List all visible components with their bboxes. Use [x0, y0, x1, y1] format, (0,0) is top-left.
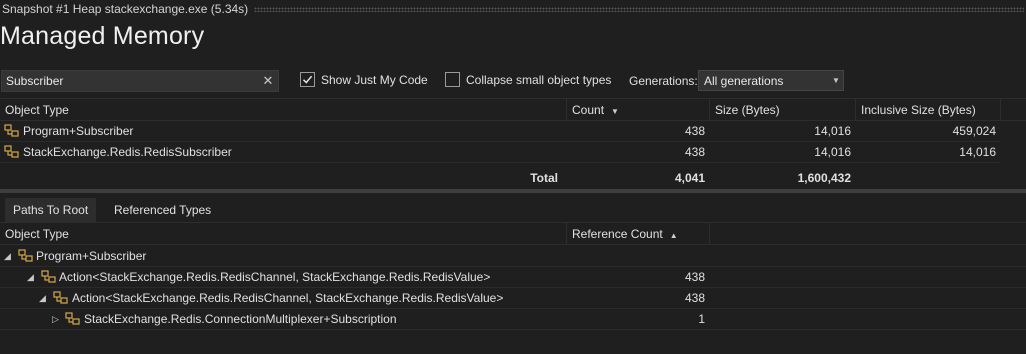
tree-row[interactable]: ▷ StackExchange.Redis.ConnectionMultiple… — [0, 309, 1026, 330]
page-title: Managed Memory — [0, 22, 205, 50]
tree-row-object-type: Action<StackExchange.Redis.RedisChannel,… — [72, 291, 504, 305]
show-just-my-code-checkbox[interactable]: Show Just My Code — [300, 72, 428, 87]
column-header-object-type[interactable]: Object Type — [0, 223, 567, 245]
class-type-icon — [4, 145, 19, 158]
clear-search-icon[interactable]: ✕ — [258, 73, 278, 89]
tree-row-reference-count: 438 — [684, 291, 705, 305]
document-title-bar: Snapshot #1 Heap stackexchange.exe (5.34… — [0, 0, 1026, 18]
column-header-inclusive-size-label: Inclusive Size (Bytes) — [861, 103, 976, 117]
search-input[interactable]: Subscriber ✕ — [1, 70, 279, 92]
show-just-my-code-label: Show Just My Code — [321, 72, 428, 87]
class-type-icon — [53, 291, 68, 304]
total-label: Total — [530, 171, 558, 185]
column-header-reference-count-label: Reference Count — [572, 227, 663, 241]
table-row[interactable]: StackExchange.Redis.RedisSubscriber 438 … — [0, 142, 1001, 163]
collapse-small-types-checkbox[interactable]: Collapse small object types — [445, 72, 611, 87]
tree-row-reference-count: 438 — [684, 270, 705, 284]
tree-expanded-icon[interactable]: ◢ — [27, 267, 34, 287]
row-inclusive-size: 14,016 — [959, 145, 996, 159]
class-type-icon — [4, 124, 19, 137]
sort-descending-icon: ▼ — [611, 107, 619, 116]
sort-ascending-icon: ▲ — [669, 231, 678, 240]
table-row[interactable]: Program+Subscriber 438 14,016 459,024 — [0, 121, 1001, 142]
document-title: Snapshot #1 Heap stackexchange.exe (5.34… — [2, 2, 249, 16]
tree-collapsed-icon[interactable]: ▷ — [52, 309, 59, 329]
tree-row[interactable]: ◢ Action<StackExchange.Redis.RedisChanne… — [0, 288, 1026, 309]
column-header-inclusive-size[interactable]: Inclusive Size (Bytes) — [856, 99, 1001, 121]
class-type-icon — [18, 249, 33, 262]
row-count: 438 — [684, 124, 705, 138]
checkbox-unchecked-icon[interactable] — [445, 72, 460, 87]
class-type-icon — [41, 270, 56, 283]
checkbox-checked-icon[interactable] — [300, 72, 315, 87]
chevron-down-icon: ▼ — [832, 76, 840, 85]
row-object-type: Program+Subscriber — [23, 124, 134, 138]
column-header-object-type-label: Object Type — [5, 103, 69, 117]
row-inclusive-size: 459,024 — [952, 124, 996, 138]
total-row: Total 4,041 1,600,432 — [0, 168, 1001, 189]
search-input-value[interactable]: Subscriber — [2, 74, 258, 88]
tree-row-reference-count: 1 — [698, 312, 705, 326]
tree-row-reference-count — [567, 246, 705, 266]
total-size: 1,600,432 — [797, 171, 851, 185]
tree-row-object-type: Program+Subscriber — [36, 249, 147, 263]
column-header-size[interactable]: Size (Bytes) — [710, 99, 856, 121]
tree-expanded-icon[interactable]: ◢ — [39, 288, 46, 308]
column-header-reference-count[interactable]: Reference Count ▲ — [567, 223, 710, 245]
tree-row-object-type: Action<StackExchange.Redis.RedisChannel,… — [59, 270, 491, 284]
tab-referenced-types[interactable]: Referenced Types — [106, 198, 219, 222]
generations-dropdown[interactable]: All generations ▼ — [698, 70, 844, 91]
column-header-count-label: Count — [572, 103, 605, 117]
generations-label: Generations: — [629, 74, 698, 88]
tree-row[interactable]: ◢ Action<StackExchange.Redis.RedisChanne… — [0, 267, 1026, 288]
tree-row-object-type: StackExchange.Redis.ConnectionMultiplexe… — [84, 312, 397, 326]
tree-expanded-icon[interactable]: ◢ — [4, 246, 11, 266]
row-count: 438 — [684, 145, 705, 159]
tree-row[interactable]: ◢ Program+Subscriber — [0, 246, 1026, 267]
tab-paths-to-root[interactable]: Paths To Root — [5, 198, 97, 222]
total-count: 4,041 — [674, 171, 705, 185]
column-header-object-type-label: Object Type — [5, 227, 69, 241]
generations-selected-value: All generations — [704, 73, 784, 88]
column-header-object-type[interactable]: Object Type — [0, 99, 567, 121]
row-size: 14,016 — [814, 145, 851, 159]
class-type-icon — [65, 312, 80, 325]
column-header-count[interactable]: Count ▼ — [567, 99, 710, 121]
object-types-grid-header: Object Type Count ▼ Size (Bytes) Inclusiv… — [0, 98, 1026, 121]
column-header-size-label: Size (Bytes) — [715, 103, 780, 117]
collapse-small-types-label: Collapse small object types — [466, 72, 612, 87]
paths-grid-header: Object Type Reference Count ▲ — [0, 222, 1026, 245]
title-bar-grip — [254, 6, 1024, 12]
pane-splitter[interactable] — [0, 189, 1026, 193]
row-size: 14,016 — [814, 124, 851, 138]
row-object-type: StackExchange.Redis.RedisSubscriber — [23, 145, 232, 159]
bottom-tabs: Paths To Root Referenced Types — [0, 198, 1026, 222]
